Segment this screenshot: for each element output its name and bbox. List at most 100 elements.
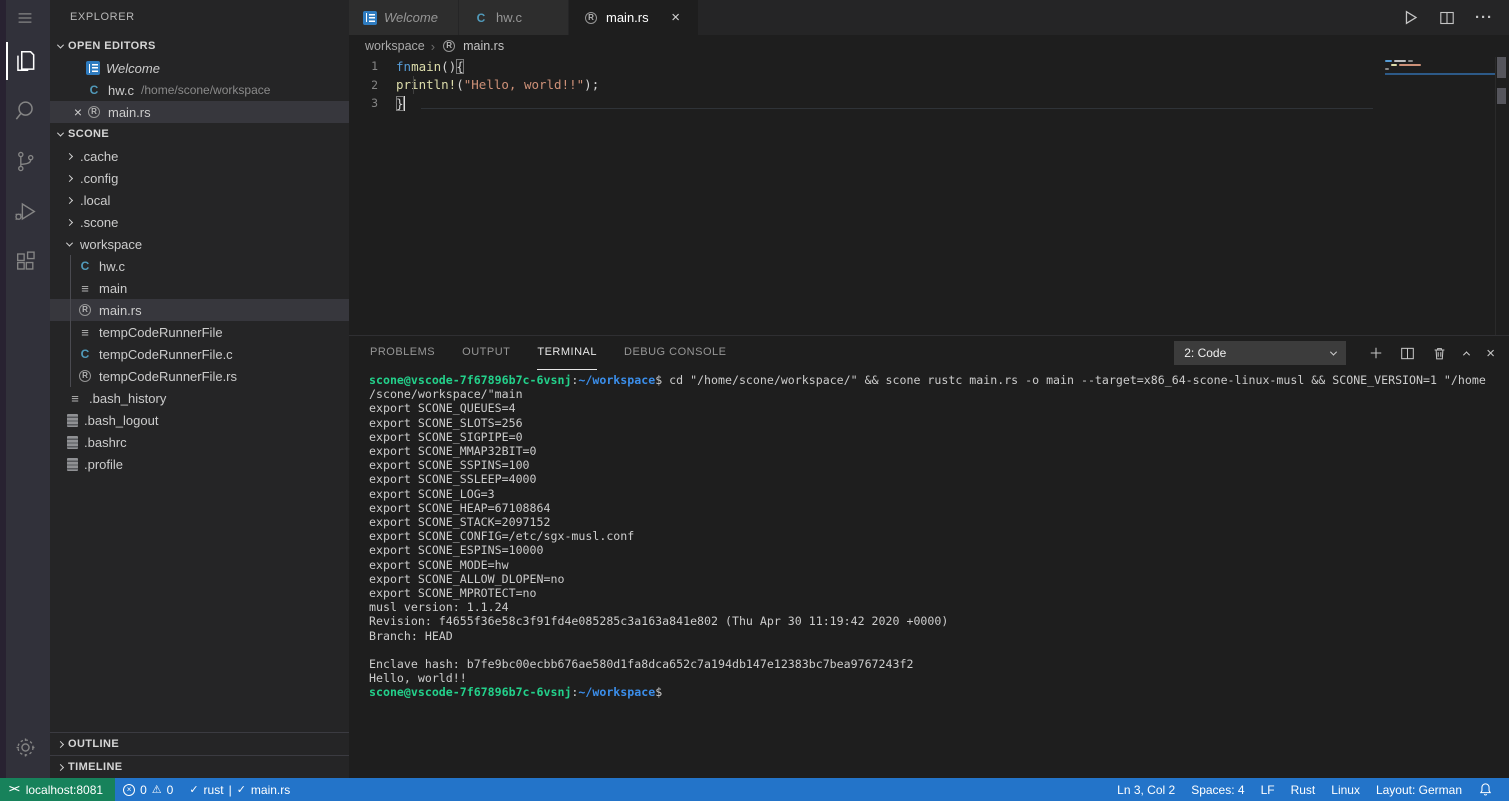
open-editor-hw-c[interactable]: Chw.c/home/scone/workspace: [50, 79, 349, 101]
problems-status[interactable]: × 0 ⚠ 0: [115, 778, 181, 801]
doc-file-icon: [67, 436, 78, 449]
remote-indicator[interactable]: >< localhost:8081: [0, 778, 115, 801]
tree-file-bash-history[interactable]: ≡.bash_history: [50, 387, 349, 409]
new-terminal-button[interactable]: [1369, 346, 1383, 360]
text-file-icon: ≡: [77, 325, 93, 340]
tree-folder-scone[interactable]: .scone: [50, 211, 349, 233]
tree-file-main-rs[interactable]: Rmain.rs: [50, 299, 349, 321]
code-editor[interactable]: 1fn main() {2 println!("Hello, world!!")…: [349, 57, 1509, 335]
c-file-icon: C: [77, 259, 93, 274]
split-editor-button[interactable]: [1439, 10, 1455, 26]
indentation[interactable]: Spaces: 4: [1183, 778, 1252, 801]
breadcrumb-separator-icon: ›: [431, 39, 435, 54]
panel-tab-output[interactable]: OUTPUT: [462, 336, 510, 370]
welcome-file-icon: [86, 61, 100, 75]
terminal-selector[interactable]: 2: Code: [1174, 341, 1346, 365]
chevron-down-icon: [66, 239, 73, 246]
close-icon[interactable]: ×: [668, 9, 684, 26]
code-token: );: [584, 77, 599, 92]
terminal-line: export SCONE_ALLOW_DLOPEN=no: [369, 572, 1509, 586]
doc-file-icon: [67, 414, 78, 427]
outline-header[interactable]: OUTLINE: [50, 732, 349, 755]
terminal-text: export SCONE_HEAP=67108864: [369, 501, 550, 515]
search-icon: [12, 98, 38, 124]
cursor-position-label: Ln 3, Col 2: [1117, 783, 1175, 797]
tree-folder-config[interactable]: .config: [50, 167, 349, 189]
language-mode[interactable]: Rust: [1283, 778, 1324, 801]
terminal-line: /scone/workspace/"main: [369, 387, 1509, 401]
activity-explorer[interactable]: [0, 36, 50, 86]
terminal-text: Enclave hash: b7fe9bc00ecbb676ae580d1fa8…: [369, 657, 913, 671]
tree-folder-cache[interactable]: .cache: [50, 145, 349, 167]
breadcrumb[interactable]: workspace › R main.rs: [349, 35, 1509, 57]
split-terminal-button[interactable]: [1400, 346, 1415, 361]
tree-file-tempcoderunnerfile-rs[interactable]: RtempCodeRunnerFile.rs: [50, 365, 349, 387]
eol-sequence[interactable]: LF: [1253, 778, 1283, 801]
tree-file-tempcoderunnerfile-c[interactable]: CtempCodeRunnerFile.c: [50, 343, 349, 365]
folder-label: .local: [80, 193, 110, 208]
more-actions-button[interactable]: ···: [1475, 9, 1493, 26]
tree-file-profile[interactable]: .profile: [50, 453, 349, 475]
cursor-position[interactable]: Ln 3, Col 2: [1109, 778, 1183, 801]
terminal-line: export SCONE_ESPINS=10000: [369, 543, 1509, 557]
tree-file-bashrc[interactable]: .bashrc: [50, 431, 349, 453]
code-token: }: [396, 96, 404, 111]
tree-file-hw-c[interactable]: Chw.c: [50, 255, 349, 277]
tree-file-main[interactable]: ≡main: [50, 277, 349, 299]
line-number: 1: [349, 59, 396, 73]
open-editors-header[interactable]: OPEN EDITORS: [50, 35, 349, 57]
file-label: main.rs: [108, 105, 151, 120]
os-indicator[interactable]: Linux: [1323, 778, 1368, 801]
file-label: .bash_history: [89, 391, 166, 406]
scrollbar-thumb[interactable]: [1497, 57, 1506, 78]
remote-icon: ><: [9, 784, 19, 795]
kill-terminal-button[interactable]: [1432, 346, 1447, 361]
vscode-window: EXPLORER OPEN EDITORS WelcomeChw.c/home/…: [0, 0, 1509, 801]
file-label: hw.c: [108, 83, 134, 98]
tab-main-rs[interactable]: Rmain.rs×: [569, 0, 699, 35]
activity-run-debug[interactable]: [0, 186, 50, 236]
file-label: tempCodeRunnerFile.rs: [99, 369, 237, 384]
tree-folder-local[interactable]: .local: [50, 189, 349, 211]
panel-tab-debug-console[interactable]: DEBUG CONSOLE: [624, 336, 726, 370]
terminal-line: export SCONE_CONFIG=/etc/sgx-musl.conf: [369, 529, 1509, 543]
menu-button[interactable]: [0, 0, 50, 36]
timeline-header[interactable]: TIMELINE: [50, 755, 349, 778]
outline-label: OUTLINE: [68, 738, 119, 750]
close-icon[interactable]: ×: [70, 104, 86, 120]
terminal-output[interactable]: scone@vscode-7f67896b7c-6vsnj:~/workspac…: [349, 370, 1509, 778]
open-editor-welcome[interactable]: Welcome: [50, 57, 349, 79]
breadcrumb-file[interactable]: main.rs: [463, 39, 504, 53]
activity-source-control[interactable]: [0, 136, 50, 186]
activity-bar-bottom: [0, 722, 50, 772]
open-editor-main-rs[interactable]: ×Rmain.rs: [50, 101, 349, 123]
maximize-panel-button[interactable]: [1464, 351, 1469, 356]
breadcrumb-folder[interactable]: workspace: [365, 39, 425, 53]
chevron-right-icon: [66, 174, 73, 181]
minimap[interactable]: [1385, 60, 1495, 130]
activity-search[interactable]: [0, 86, 50, 136]
file-label: .bashrc: [84, 435, 127, 450]
tab-hw-c[interactable]: Chw.c: [459, 0, 569, 35]
keyboard-layout[interactable]: Layout: German: [1368, 778, 1470, 801]
file-label: main: [99, 281, 127, 296]
tree-folder-workspace[interactable]: workspace: [50, 233, 349, 255]
code-token: "Hello, world!!": [464, 77, 584, 92]
run-button[interactable]: [1402, 9, 1419, 26]
activity-extensions[interactable]: [0, 236, 50, 286]
panel-tab-problems[interactable]: PROBLEMS: [370, 336, 435, 370]
close-panel-button[interactable]: ×: [1486, 345, 1495, 362]
code-line-1: 1fn main() {: [349, 57, 1509, 76]
settings-button[interactable]: [0, 722, 50, 772]
panel-header: PROBLEMS OUTPUT TERMINAL DEBUG CONSOLE 2: C…: [349, 336, 1509, 370]
folder-section-header[interactable]: SCONE: [50, 123, 349, 145]
os-indicator-label: Linux: [1331, 783, 1360, 797]
code-runner-status[interactable]: ✓ rust | ✓ main.rs: [181, 778, 298, 801]
terminal-line: scone@vscode-7f67896b7c-6vsnj:~/workspac…: [369, 373, 1509, 387]
file-label: Welcome: [106, 61, 160, 76]
panel-tab-terminal[interactable]: TERMINAL: [537, 336, 597, 370]
tree-file-tempcoderunnerfile[interactable]: ≡tempCodeRunnerFile: [50, 321, 349, 343]
tab-welcome[interactable]: Welcome: [349, 0, 459, 35]
notifications-bell[interactable]: [1470, 778, 1501, 801]
tree-file-bash-logout[interactable]: .bash_logout: [50, 409, 349, 431]
